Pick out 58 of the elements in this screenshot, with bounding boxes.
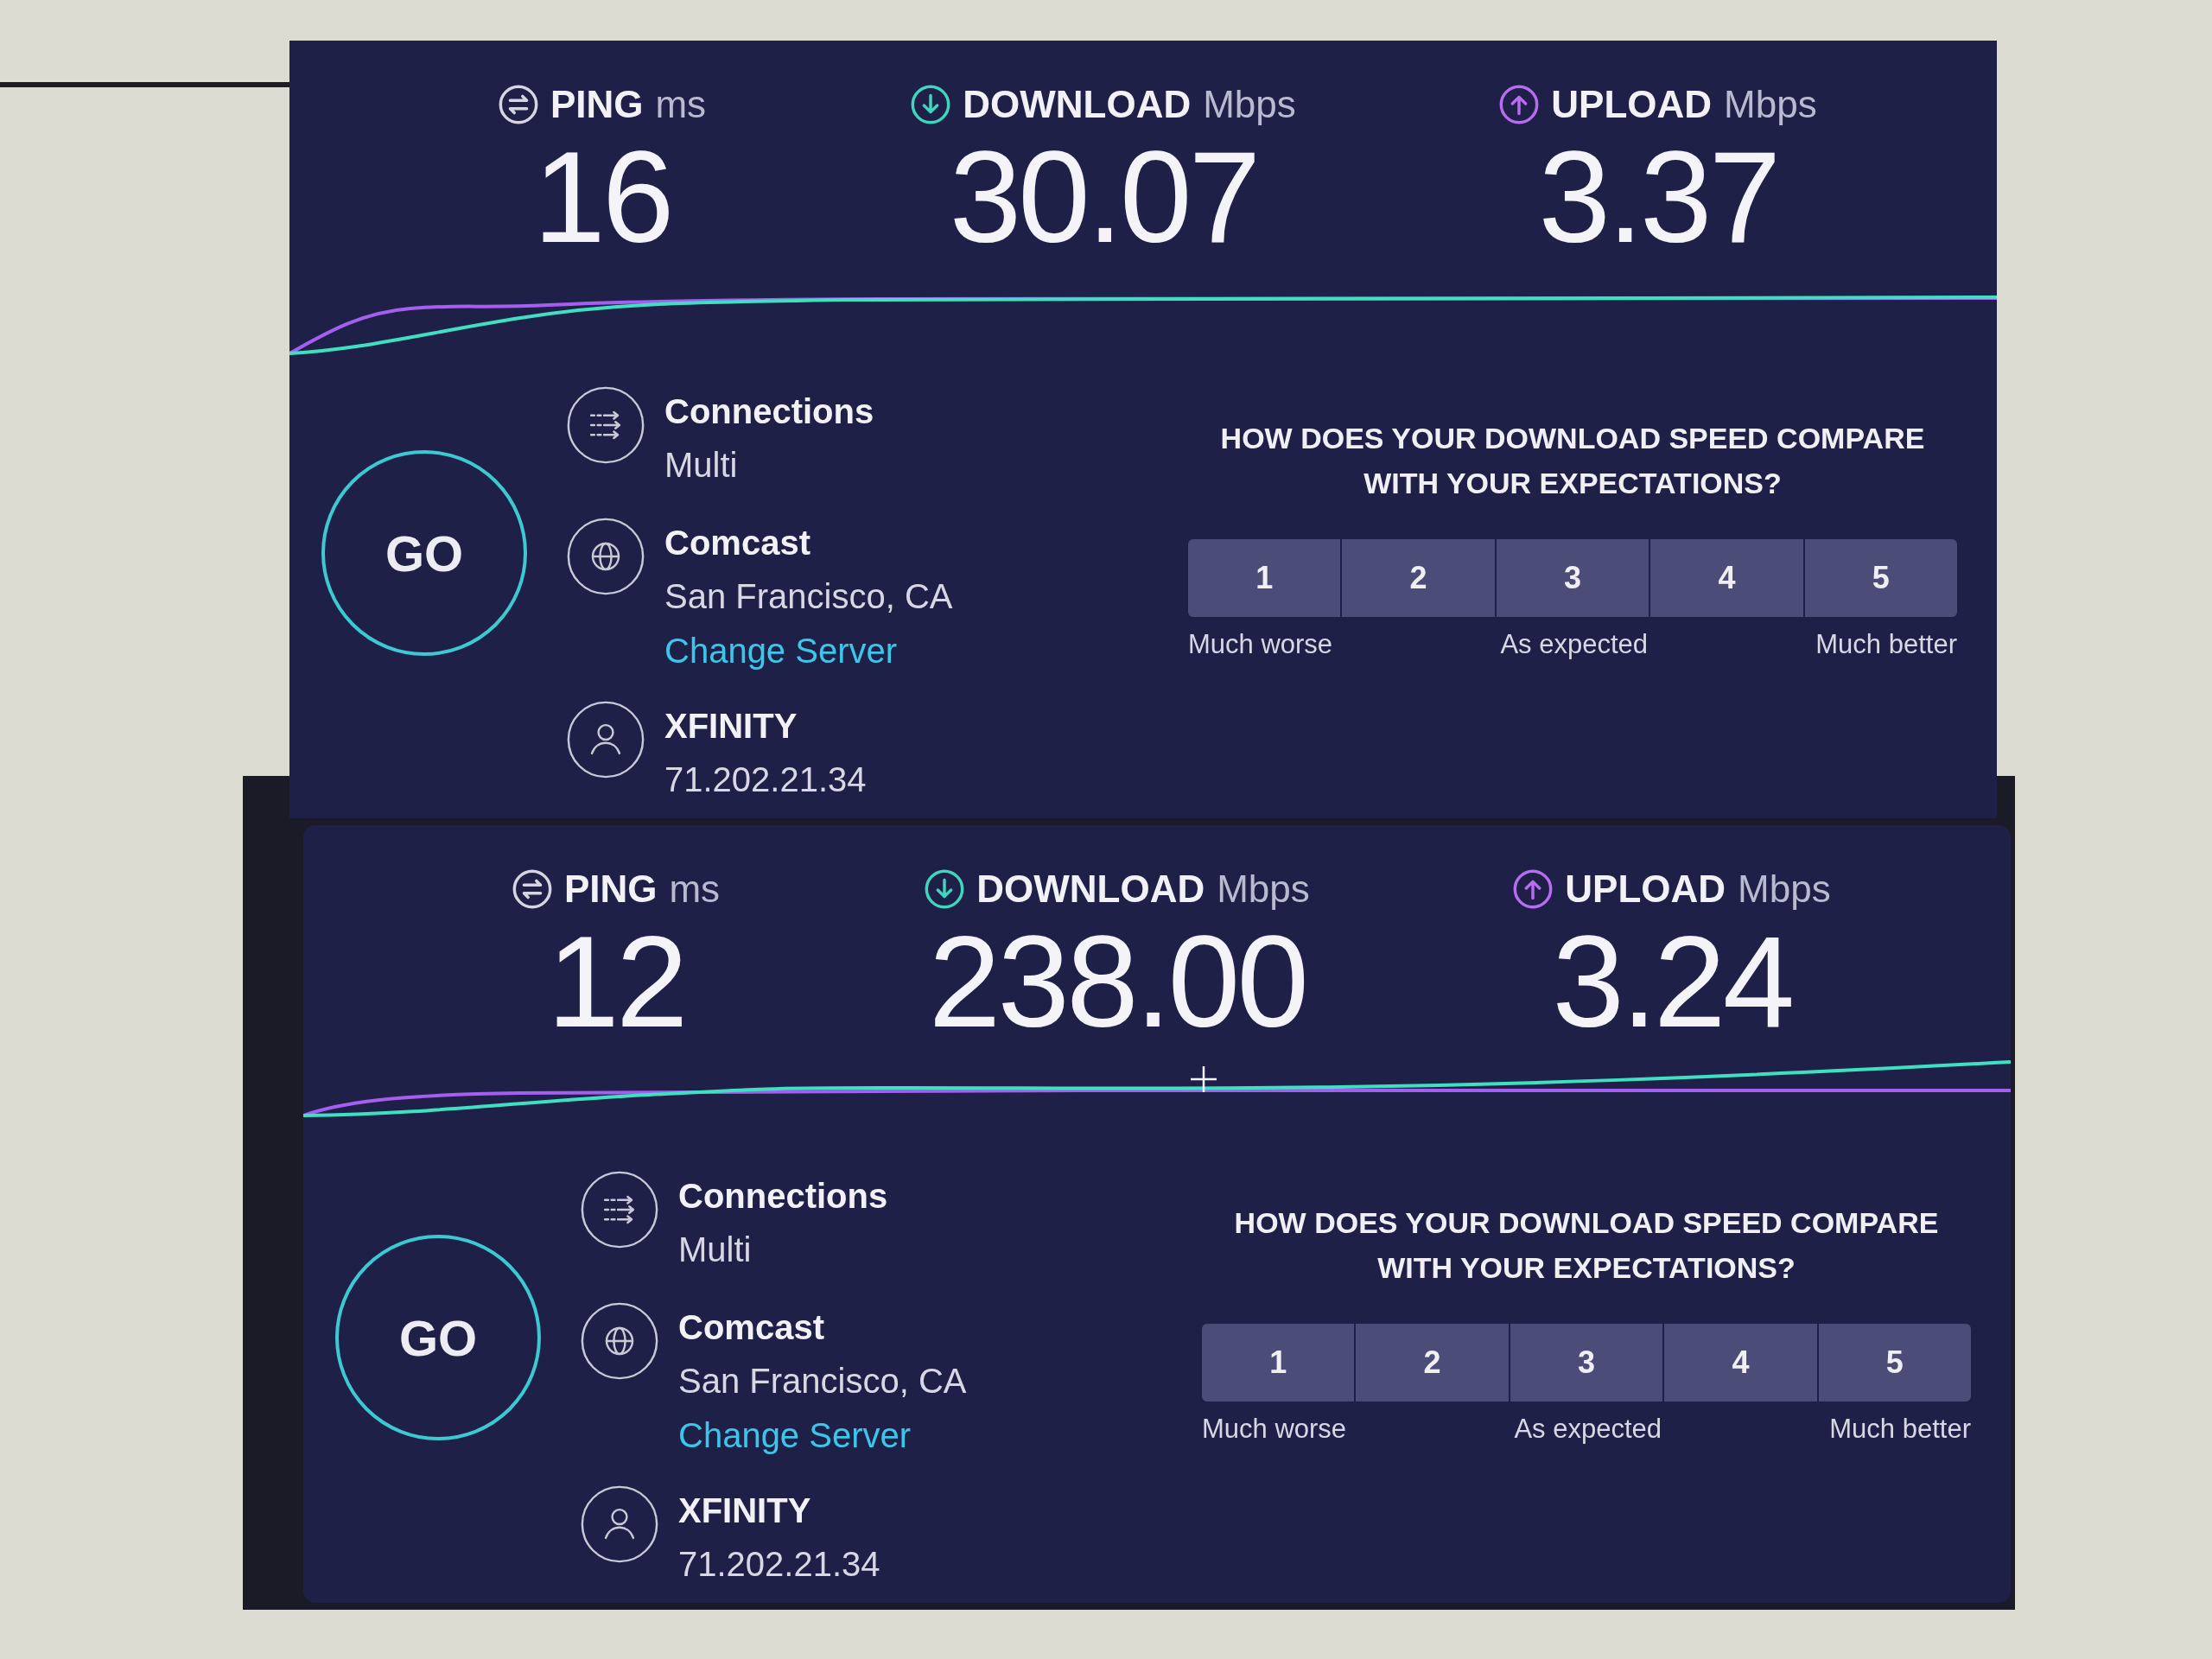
metric-label: UPLOAD <box>1551 82 1713 127</box>
rating-option[interactable]: 4 <box>1650 539 1803 617</box>
rating-option[interactable]: 1 <box>1202 1324 1355 1402</box>
change-server-link[interactable]: Change Server <box>664 625 953 677</box>
detail-subtitle: 71.202.21.34 <box>664 760 867 800</box>
metric-value: 16 <box>533 132 671 262</box>
rating-option[interactable]: 1 <box>1188 539 1341 617</box>
rating-option[interactable]: 5 <box>1818 1324 1971 1402</box>
rating-question: HOW DOES YOUR DOWNLOAD SPEED COMPARE WITH YOUR EXPECTATIONS? <box>1219 421 1926 501</box>
detail-subtitle: Multi <box>664 445 739 486</box>
metric-label: PING <box>550 82 644 127</box>
arrows-right-icon <box>567 386 645 464</box>
detail-title: Connections <box>664 391 874 432</box>
detail-subtitle: San Francisco, CA <box>664 576 953 617</box>
rating-option[interactable]: 4 <box>1664 1324 1817 1402</box>
detail-title: Comcast <box>664 523 811 563</box>
metric-label: UPLOAD <box>1565 867 1726 912</box>
rating-option[interactable]: 3 <box>1510 1324 1663 1402</box>
detail-title: XFINITY <box>664 706 798 747</box>
go-button[interactable]: GO <box>321 450 527 656</box>
go-button[interactable]: GO <box>335 1235 541 1440</box>
user-icon <box>567 701 645 779</box>
metric-unit: ms <box>655 82 707 127</box>
metric-unit: ms <box>669 867 721 912</box>
detail-title: Connections <box>678 1176 888 1217</box>
metric-value: 12 <box>547 917 685 1046</box>
rating-option[interactable]: 5 <box>1804 539 1957 617</box>
rating-scale-label: Much better <box>1815 628 1957 661</box>
rating-scale-label: As expected <box>1514 1413 1662 1446</box>
metric-unit: Mbps <box>1203 82 1296 127</box>
metric-value: 30.07 <box>949 132 1258 262</box>
metric-value: 3.37 <box>1538 132 1778 262</box>
metric-unit: Mbps <box>1738 867 1831 912</box>
detail-title: Comcast <box>678 1307 825 1348</box>
arrows-right-icon <box>581 1171 658 1249</box>
metric-value: 238.00 <box>928 917 1306 1046</box>
change-server-link[interactable]: Change Server <box>678 1409 967 1461</box>
rating-option[interactable]: 2 <box>1356 1324 1509 1402</box>
rating-question: HOW DOES YOUR DOWNLOAD SPEED COMPARE WITH YOUR EXPECTATIONS? <box>1233 1205 1940 1286</box>
rating-scale-label: As expected <box>1500 628 1648 661</box>
metric-unit: Mbps <box>1724 82 1817 127</box>
metric-value: 3.24 <box>1552 917 1792 1046</box>
metric-label: DOWNLOAD <box>976 867 1205 912</box>
rating-option[interactable]: 3 <box>1496 539 1649 617</box>
detail-title: XFINITY <box>678 1491 812 1531</box>
user-icon <box>581 1485 658 1563</box>
metric-label: DOWNLOAD <box>963 82 1192 127</box>
rating-scale-label: Much worse <box>1188 628 1333 661</box>
rating-scale-label: Much worse <box>1202 1413 1347 1446</box>
rating-scale-label: Much better <box>1829 1413 1971 1446</box>
globe-icon <box>581 1302 658 1380</box>
metric-unit: Mbps <box>1217 867 1310 912</box>
globe-icon <box>567 518 645 595</box>
detail-subtitle: Multi <box>678 1230 753 1270</box>
rating-option[interactable]: 2 <box>1342 539 1495 617</box>
detail-subtitle: 71.202.21.34 <box>678 1544 880 1585</box>
detail-subtitle: San Francisco, CA <box>678 1361 967 1402</box>
metric-label: PING <box>563 867 658 912</box>
